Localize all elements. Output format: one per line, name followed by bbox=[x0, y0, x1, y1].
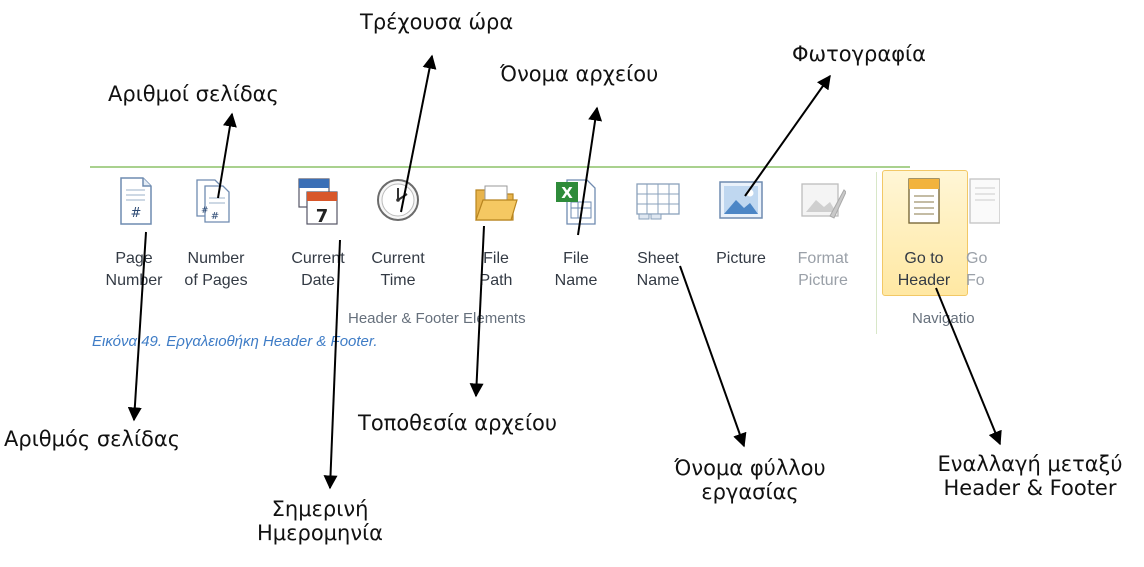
arrow-sheet-name bbox=[679, 265, 747, 448]
arrow-picture bbox=[744, 74, 831, 197]
arrow-page-number bbox=[127, 231, 147, 422]
screenshot-stage: # Page Number # # Number of Pages 7 Curr… bbox=[0, 0, 1144, 567]
annotation-arrows bbox=[127, 54, 1002, 490]
arrow-switch-header-footer bbox=[935, 287, 1002, 446]
arrow-file-path bbox=[469, 225, 485, 398]
arrow-current-time bbox=[400, 54, 437, 213]
arrow-number-of-pages bbox=[217, 112, 237, 199]
arrow-file-name bbox=[577, 106, 603, 236]
arrow-current-date bbox=[323, 239, 341, 490]
